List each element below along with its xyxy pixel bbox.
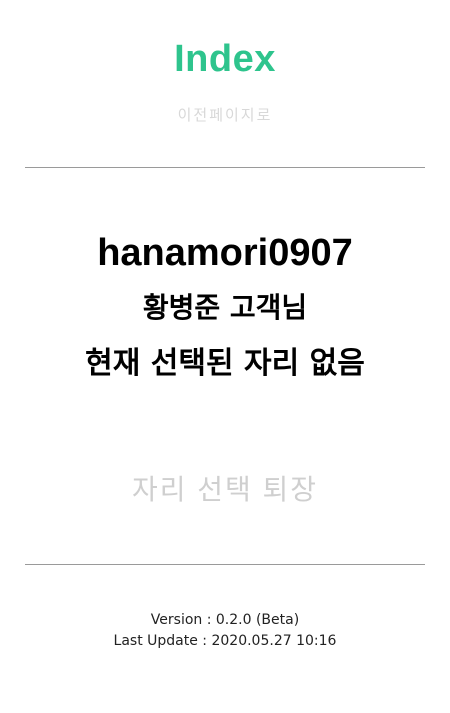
version-text: Version : 0.2.0 (Beta) <box>150 612 300 628</box>
top-divider <box>25 167 425 168</box>
checkout-button[interactable]: 자리 선택 퇴장 <box>0 468 450 508</box>
back-link[interactable]: 이전페이지로 <box>0 104 450 125</box>
customer-name: 황병준 고객님 <box>142 291 308 324</box>
seat-status: 현재 선택된 자리 없음 <box>85 346 365 381</box>
bottom-divider <box>25 564 425 565</box>
last-update-text: Last Update : 2020.05.27 10:16 <box>113 633 337 649</box>
user-id: hanamori0907 <box>97 232 353 274</box>
page-title: Index <box>174 38 276 80</box>
